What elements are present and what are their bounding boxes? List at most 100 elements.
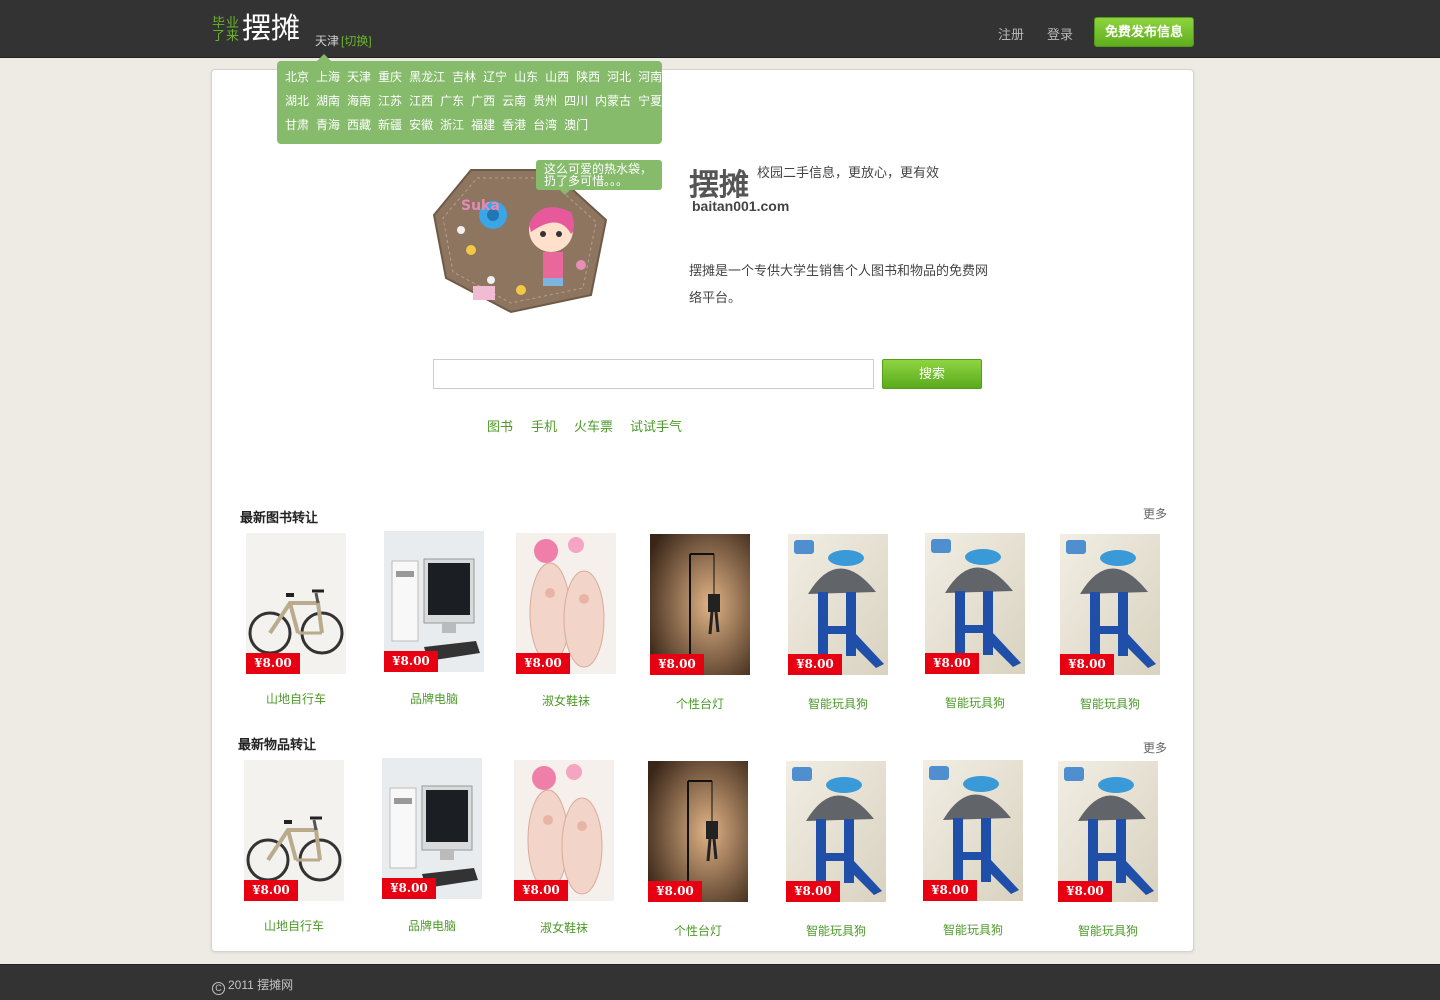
price-badge: ¥8.00 [788, 654, 842, 675]
brand-url: baitan001.com [692, 198, 790, 214]
city-option[interactable]: 江苏 [378, 94, 402, 108]
svg-text:Suka: Suka [461, 198, 500, 214]
copyright-icon: C [212, 982, 225, 995]
section-title-books: 最新图书转让 [240, 510, 319, 525]
city-option[interactable]: 青海 [316, 118, 340, 132]
logo-tagline-line2: 了来 [212, 28, 241, 43]
product-name-link[interactable]: 智能玩具狗 [910, 694, 1040, 711]
product-name-link[interactable]: 山地自行车 [229, 917, 359, 934]
price-badge: ¥8.00 [246, 653, 300, 674]
city-option[interactable]: 广西 [471, 94, 495, 108]
product-name-link[interactable]: 个性台灯 [635, 695, 765, 712]
city-option[interactable]: 河南 [638, 70, 662, 84]
logo[interactable]: 摆摊 [242, 12, 300, 46]
product-card[interactable]: flowers¥8.00淑女鞋袜 [516, 533, 616, 713]
city-option[interactable]: 四川 [564, 94, 588, 108]
city-option[interactable]: 福建 [471, 118, 495, 132]
city-option[interactable]: 云南 [502, 94, 526, 108]
product-card[interactable]: ¥8.00 山地自行车 [244, 760, 344, 940]
quick-link-train-tickets[interactable]: 火车票 [574, 416, 613, 435]
city-row: 湖北 湖南 海南 江苏 江西 广东 广西 云南 贵州 四川 内蒙古 宁夏 [285, 91, 662, 115]
product-card[interactable]: ¥8.00 智能玩具狗 [923, 760, 1023, 940]
product-name-link[interactable]: 智能玩具狗 [771, 922, 901, 939]
price-badge: ¥8.00 [648, 881, 702, 902]
city-name: 天津 [315, 34, 340, 48]
product-card[interactable]: ¥8.00 品牌电脑 [382, 758, 482, 938]
product-name-link[interactable]: 智能玩具狗 [1043, 922, 1173, 939]
city-option[interactable]: 宁夏 [638, 94, 662, 108]
price-badge: ¥8.00 [925, 653, 979, 674]
product-card[interactable]: flowers¥8.00淑女鞋袜 [514, 760, 614, 940]
product-card[interactable]: ¥8.00 智能玩具狗 [925, 533, 1025, 713]
product-card[interactable]: ¥8.00 山地自行车 [246, 533, 346, 713]
product-name-link[interactable]: 智能玩具狗 [908, 921, 1038, 938]
product-card[interactable]: ¥8.00 个性台灯 [650, 534, 750, 714]
city-option[interactable]: 重庆 [378, 70, 402, 84]
post-free-info-button[interactable]: 免费发布信息 [1094, 17, 1194, 47]
city-selector-popup: 北京 上海 天津 重庆 黑龙江 吉林 辽宁 山东 山西 陕西 河北 河南湖北 湖南 海南 江苏 江西 广东 广西云… [277, 54, 662, 144]
product-name-link[interactable]: 山地自行车 [231, 690, 361, 707]
footer: C 2011 摆摊网 [0, 964, 1440, 1000]
city-row: 甘肃 青海 西藏 新疆 安徽 浙江 福建 香港 台湾 澳门 [285, 115, 662, 139]
city-option[interactable]: 香港 [502, 118, 526, 132]
city-option[interactable]: 上海 [316, 70, 340, 84]
city-option[interactable]: 山东 [514, 70, 538, 84]
quick-link-books[interactable]: 图书 [487, 416, 513, 435]
city-option[interactable]: 湖北 [285, 94, 309, 108]
city-option[interactable]: 贵州 [533, 94, 557, 108]
price-badge: ¥8.00 [923, 880, 977, 901]
city-option[interactable]: 内蒙古 [595, 94, 631, 108]
login-link[interactable]: 登录 [1047, 24, 1073, 43]
price-badge: ¥8.00 [244, 880, 298, 901]
city-option[interactable]: 安徽 [409, 118, 433, 132]
product-name-link[interactable]: 智能玩具狗 [1045, 695, 1175, 712]
quick-link-lucky[interactable]: 试试手气 [630, 416, 682, 435]
price-badge: ¥8.00 [384, 651, 438, 672]
product-name-link[interactable]: 个性台灯 [633, 922, 763, 939]
price-badge: ¥8.00 [1058, 881, 1112, 902]
more-link-books[interactable]: 更多 [1143, 505, 1167, 522]
product-card[interactable]: ¥8.00 个性台灯 [648, 761, 748, 941]
city-option[interactable]: 台湾 [533, 118, 557, 132]
product-card[interactable]: ¥8.00 智能玩具狗 [1058, 761, 1158, 941]
price-badge: ¥8.00 [382, 878, 436, 899]
city-option[interactable]: 新疆 [378, 118, 402, 132]
city-option[interactable]: 天津 [347, 70, 371, 84]
city-option[interactable]: 黑龙江 [409, 70, 445, 84]
city-switch-link[interactable]: [切换] [341, 34, 372, 48]
price-badge: ¥8.00 [516, 653, 570, 674]
product-name-link[interactable]: 淑女鞋袜 [499, 919, 629, 936]
city-option[interactable]: 广东 [440, 94, 464, 108]
city-option[interactable]: 吉林 [452, 70, 476, 84]
search-input[interactable] [433, 359, 874, 389]
product-card[interactable]: ¥8.00 智能玩具狗 [788, 534, 888, 714]
city-option[interactable]: 山西 [545, 70, 569, 84]
product-name-link[interactable]: 淑女鞋袜 [501, 692, 631, 709]
current-city: 天津 [切换] [315, 32, 372, 49]
city-option[interactable]: 澳门 [564, 118, 588, 132]
city-option[interactable]: 甘肃 [285, 118, 309, 132]
price-badge: ¥8.00 [786, 881, 840, 902]
product-card[interactable]: ¥8.00 智能玩具狗 [1060, 534, 1160, 714]
search-button[interactable]: 搜索 [882, 359, 982, 389]
product-name-link[interactable]: 品牌电脑 [369, 690, 499, 707]
city-option[interactable]: 辽宁 [483, 70, 507, 84]
city-option[interactable]: 陕西 [576, 70, 600, 84]
register-link[interactable]: 注册 [998, 24, 1024, 43]
city-option[interactable]: 浙江 [440, 118, 464, 132]
city-option[interactable]: 西藏 [347, 118, 371, 132]
product-card[interactable]: ¥8.00 品牌电脑 [384, 531, 484, 711]
city-option[interactable]: 湖南 [316, 94, 340, 108]
city-option[interactable]: 江西 [409, 94, 433, 108]
city-option[interactable]: 河北 [607, 70, 631, 84]
copyright: C 2011 摆摊网 [212, 976, 293, 995]
price-badge: ¥8.00 [1060, 654, 1114, 675]
city-option[interactable]: 北京 [285, 70, 309, 84]
more-link-goods[interactable]: 更多 [1143, 739, 1167, 756]
product-card[interactable]: ¥8.00 智能玩具狗 [786, 761, 886, 941]
quick-link-phones[interactable]: 手机 [531, 416, 557, 435]
product-name-link[interactable]: 智能玩具狗 [773, 695, 903, 712]
city-option[interactable]: 海南 [347, 94, 371, 108]
top-bar: 毕业 了来 摆摊 天津 [切换] 注册 登录 免费发布信息 [0, 0, 1440, 58]
product-name-link[interactable]: 品牌电脑 [367, 917, 497, 934]
